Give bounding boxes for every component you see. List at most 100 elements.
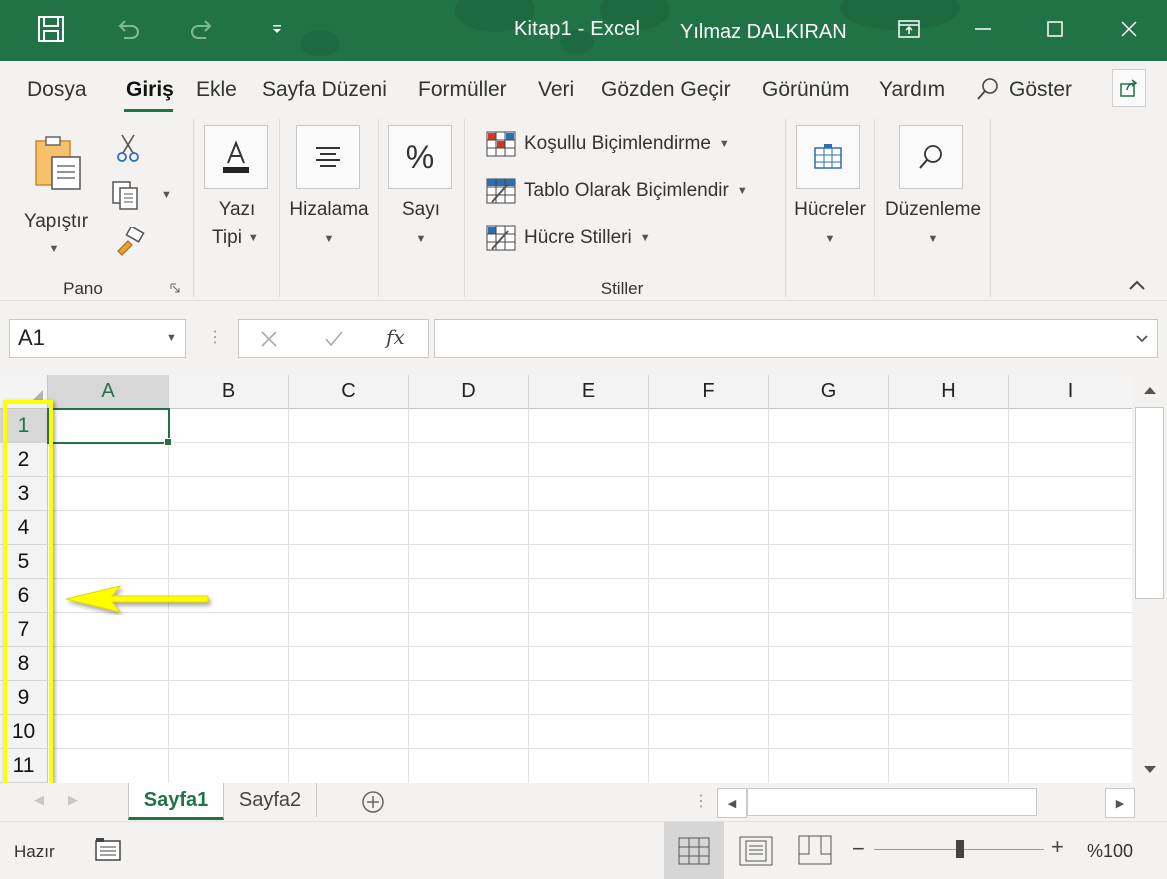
cancel-icon[interactable] xyxy=(259,329,279,349)
horizontal-scroll-thumb[interactable] xyxy=(747,788,1037,816)
alignment-group-button[interactable]: Hizalama ▼ xyxy=(284,125,374,261)
sheet-scroll-left-icon[interactable]: ◀ xyxy=(34,792,44,808)
font-icon xyxy=(204,125,268,189)
format-as-table-button[interactable]: Tablo Olarak Biçimlendir ▼ xyxy=(486,176,748,206)
name-box-dropdown-icon[interactable]: ▼ xyxy=(166,332,177,344)
title-bar: Kitap1 - Excel Yılmaz DALKIRAN xyxy=(0,0,1167,61)
active-cell-a1[interactable] xyxy=(47,408,170,444)
formula-bar-grip-icon[interactable]: ⋮ xyxy=(207,327,223,347)
name-box[interactable]: A1 ▼ xyxy=(9,319,186,358)
format-as-table-icon xyxy=(486,178,516,204)
column-header-e[interactable]: E xyxy=(529,375,649,409)
normal-view-icon xyxy=(678,837,710,864)
tab-sayfa-duzeni[interactable]: Sayfa Düzeni xyxy=(262,78,387,102)
new-sheet-icon[interactable] xyxy=(361,790,385,814)
scroll-left-icon: ◀ xyxy=(727,797,737,810)
clipboard-launcher-icon[interactable] xyxy=(170,283,180,293)
ribbon-display-options-icon[interactable] xyxy=(892,12,926,46)
insert-function-icon[interactable]: fx xyxy=(386,325,405,349)
font-label-2: Tipi xyxy=(212,227,242,248)
cells-group-button[interactable]: Hücreler ▼ xyxy=(788,125,872,261)
tab-giris[interactable]: Giriş xyxy=(126,78,174,102)
zoom-level[interactable]: %100 xyxy=(1087,841,1133,862)
formula-bar: A1 ▼ ⋮ fx xyxy=(0,300,1167,376)
cut-icon[interactable] xyxy=(116,133,140,163)
conditional-formatting-dropdown-icon: ▼ xyxy=(718,138,730,150)
formula-input[interactable] xyxy=(434,319,1158,358)
percent-icon: % xyxy=(388,125,452,189)
collapse-ribbon-icon[interactable] xyxy=(1128,279,1146,291)
zoom-slider-thumb[interactable] xyxy=(956,840,964,858)
font-label: Yazı xyxy=(218,199,256,220)
sheet-scroll-right-icon[interactable]: ▶ xyxy=(68,792,78,808)
tab-gozden-gecir[interactable]: Gözden Geçir xyxy=(601,78,731,102)
number-group-button[interactable]: % Sayı ▼ xyxy=(388,125,454,261)
conditional-formatting-button[interactable]: Koşullu Biçimlendirme ▼ xyxy=(486,129,730,159)
column-header-a[interactable]: A xyxy=(48,375,169,410)
vertical-scrollbar[interactable] xyxy=(1132,375,1167,783)
copy-dropdown-icon[interactable]: ▼ xyxy=(161,189,172,201)
tab-ekle[interactable]: Ekle xyxy=(196,78,237,102)
zoom-in-icon[interactable]: + xyxy=(1051,834,1064,860)
zoom-out-icon[interactable]: − xyxy=(852,836,865,862)
cell-styles-label: Hücre Stilleri xyxy=(524,227,632,248)
expand-formula-bar-icon[interactable] xyxy=(1135,334,1149,344)
paste-button[interactable]: Yapıştır ▼ xyxy=(20,127,96,259)
tell-me-search[interactable]: Göster xyxy=(1009,78,1072,102)
scroll-up-icon[interactable] xyxy=(1143,385,1157,395)
column-header-i[interactable]: I xyxy=(1009,375,1133,409)
share-button[interactable] xyxy=(1112,69,1146,107)
worksheet-grid[interactable]: A B C D E F G H I 1 2 3 4 5 6 7 8 9 10 1… xyxy=(0,375,1133,793)
lightbulb-search-icon xyxy=(977,78,998,100)
undo-icon[interactable] xyxy=(110,12,144,46)
formula-buttons: fx xyxy=(238,319,429,358)
format-as-table-dropdown-icon: ▼ xyxy=(736,185,748,197)
tab-veri[interactable]: Veri xyxy=(538,78,574,102)
cell-styles-icon xyxy=(486,225,516,251)
tab-gorunum[interactable]: Görünüm xyxy=(762,78,850,102)
editing-group-button[interactable]: Düzenleme ▼ xyxy=(878,125,988,261)
horizontal-scrollbar[interactable]: ◀ ▶ xyxy=(717,788,1135,818)
format-painter-icon[interactable] xyxy=(114,227,146,257)
column-header-d[interactable]: D xyxy=(409,375,529,409)
sheet-tab-sayfa2[interactable]: Sayfa2 xyxy=(224,783,317,817)
cells-label: Hücreler xyxy=(794,199,866,220)
sheet-tab-sayfa1[interactable]: Sayfa1 xyxy=(128,783,224,820)
enter-icon[interactable] xyxy=(323,329,345,349)
maximize-icon[interactable] xyxy=(1038,12,1072,46)
tab-formuller[interactable]: Formüller xyxy=(418,78,507,102)
find-icon xyxy=(899,125,963,189)
normal-view-button[interactable] xyxy=(664,822,724,879)
scroll-left-button[interactable]: ◀ xyxy=(717,788,747,818)
minimize-icon[interactable] xyxy=(966,12,1000,46)
divider xyxy=(279,119,280,297)
column-header-f[interactable]: F xyxy=(649,375,769,409)
tab-dosya[interactable]: Dosya xyxy=(27,78,87,102)
column-header-c[interactable]: C xyxy=(289,375,409,409)
redo-icon[interactable] xyxy=(186,12,220,46)
copy-icon[interactable] xyxy=(110,179,142,211)
page-break-preview-icon[interactable] xyxy=(797,834,833,866)
column-header-g[interactable]: G xyxy=(769,375,889,409)
tab-split-grip-icon[interactable]: ⋮ xyxy=(693,791,709,811)
status-bar: Hazır − + %100 xyxy=(0,821,1167,879)
user-name[interactable]: Yılmaz DALKIRAN xyxy=(680,21,847,44)
scroll-right-button[interactable]: ▶ xyxy=(1105,788,1135,818)
conditional-formatting-icon xyxy=(486,131,516,157)
paste-dropdown-icon[interactable]: ▼ xyxy=(20,243,88,255)
pointer-arrow-icon xyxy=(65,585,209,613)
font-group-button[interactable]: Yazı Tipi ▼ xyxy=(204,125,270,261)
quick-access-customize-icon[interactable] xyxy=(260,12,294,46)
save-icon[interactable] xyxy=(34,12,68,46)
column-header-b[interactable]: B xyxy=(169,375,289,409)
vertical-scroll-thumb[interactable] xyxy=(1135,407,1164,599)
macro-record-icon[interactable] xyxy=(94,836,122,862)
column-header-h[interactable]: H xyxy=(889,375,1009,409)
cell-styles-button[interactable]: Hücre Stilleri ▼ xyxy=(486,223,651,253)
fill-handle[interactable] xyxy=(164,438,172,446)
tab-yardim[interactable]: Yardım xyxy=(879,78,945,102)
close-icon[interactable] xyxy=(1112,12,1146,46)
page-layout-view-icon[interactable] xyxy=(739,836,773,866)
scroll-down-icon[interactable] xyxy=(1143,765,1157,775)
editing-label: Düzenleme xyxy=(884,199,982,220)
